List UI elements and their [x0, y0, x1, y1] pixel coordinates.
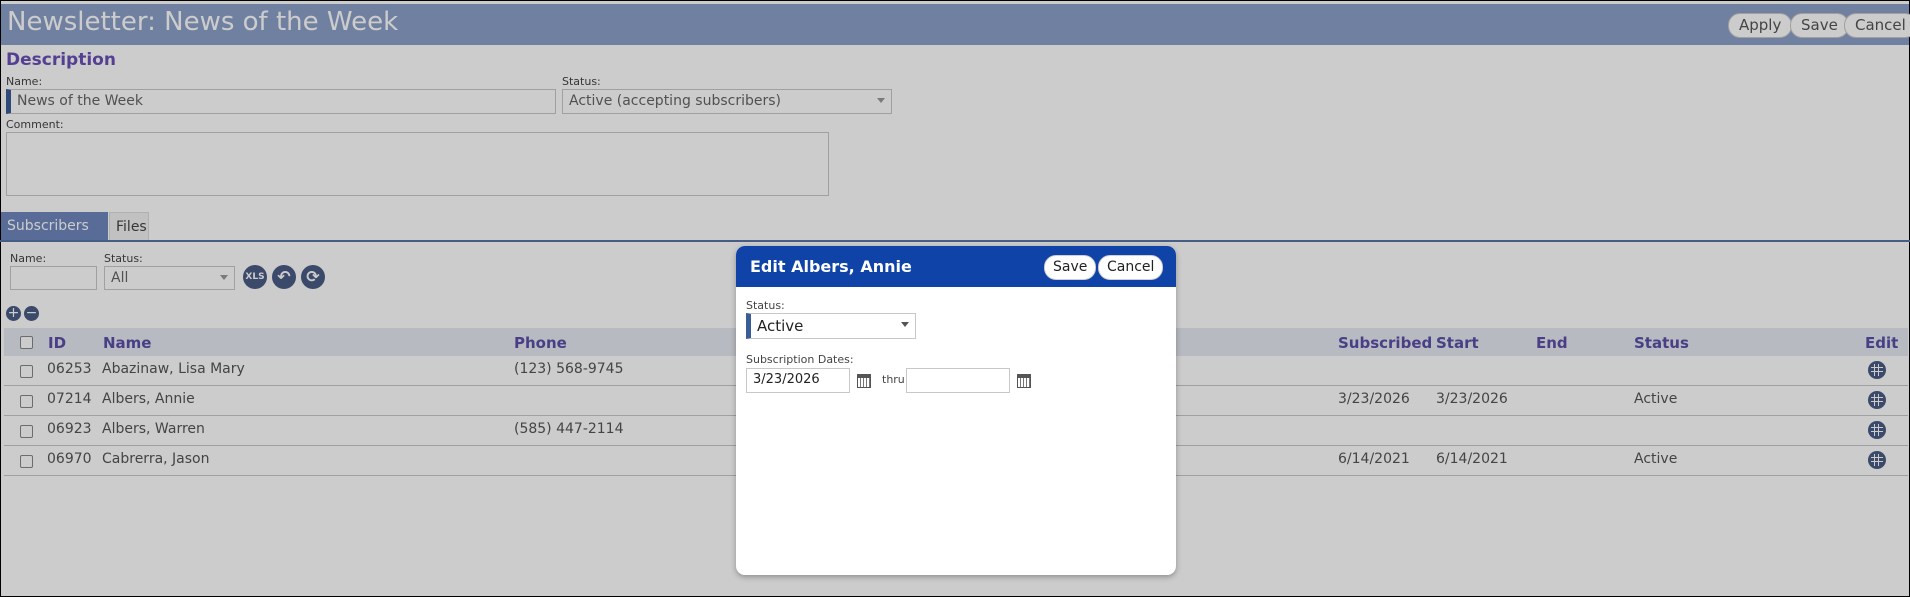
dialog-header: Edit Albers, Annie Save Cancel [736, 246, 1176, 287]
dialog-save-button[interactable]: Save [1044, 255, 1097, 280]
start-date-input[interactable]: 3/23/2026 [746, 368, 850, 393]
subscription-dates-label: Subscription Dates: [746, 353, 854, 366]
thru-label: thru [882, 373, 905, 386]
dialog-title: Edit Albers, Annie [750, 257, 912, 276]
dialog-status-select[interactable]: Active [746, 313, 916, 339]
dialog-cancel-button[interactable]: Cancel [1098, 255, 1164, 280]
calendar-icon[interactable] [1017, 374, 1031, 388]
end-date-input[interactable] [906, 368, 1010, 393]
edit-subscriber-dialog: Edit Albers, Annie Save Cancel Status: A… [736, 246, 1176, 575]
dialog-status-label: Status: [746, 299, 785, 312]
dialog-status-value: Active [757, 317, 804, 335]
chevron-down-icon [901, 322, 909, 327]
calendar-icon[interactable] [857, 374, 871, 388]
